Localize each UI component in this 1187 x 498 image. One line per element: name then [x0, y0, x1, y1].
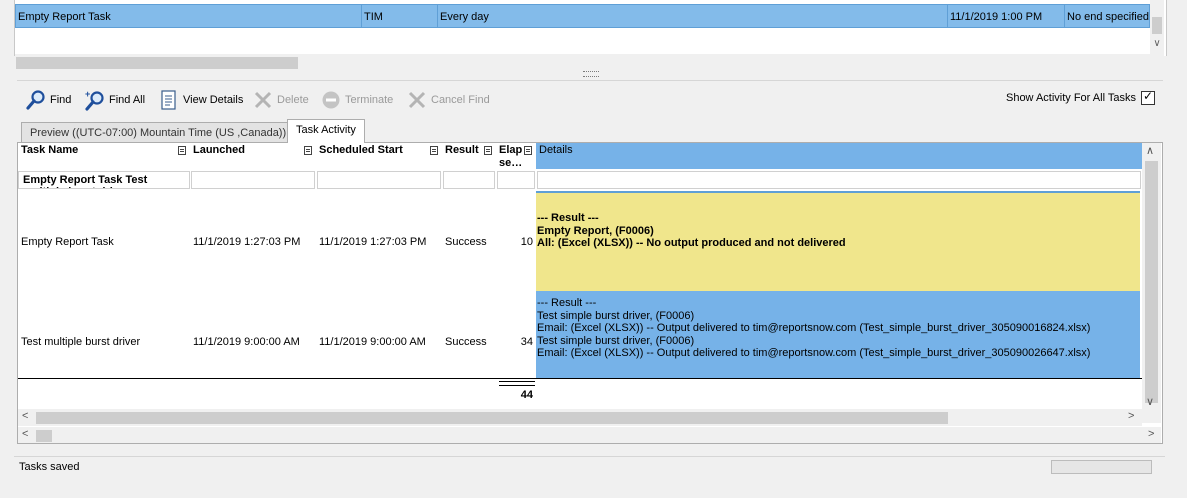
details-cell: --- Result --- Empty Report, (F0006) All…: [536, 191, 1140, 291]
tab-task-activity[interactable]: Task Activity: [287, 119, 365, 143]
elapsed-total: 44: [520, 389, 533, 401]
task-list-row-selected[interactable]: Empty Report Task TIM Every day 11/1/201…: [15, 4, 1150, 28]
scroll-thumb[interactable]: [16, 57, 298, 69]
task-owner-cell: TIM: [362, 5, 438, 27]
elapsed-cell: 10: [520, 236, 533, 248]
grid-footer-divider: [18, 378, 1142, 379]
column-filter-icon[interactable]: [178, 146, 186, 155]
column-filter-icon[interactable]: [484, 146, 492, 155]
scheduled-cell: 11/1/2019 1:27:03 PM: [319, 236, 427, 248]
scroll-down-arrow-icon[interactable]: ∨: [1150, 38, 1164, 49]
scroll-thumb[interactable]: [36, 430, 52, 442]
details-filter-field[interactable]: [537, 171, 1141, 189]
stop-minus-icon: [320, 89, 342, 111]
column-filter-icon[interactable]: [430, 146, 438, 155]
scroll-right-arrow-icon[interactable]: >: [1128, 410, 1134, 422]
cancel-find-label: Cancel Find: [431, 94, 490, 106]
elapsed-filter-field[interactable]: [497, 171, 535, 189]
table-row[interactable]: Test multiple burst driver 11/1/2019 9:0…: [18, 291, 1142, 378]
svg-text:+: +: [85, 89, 90, 99]
scroll-down-arrow-icon[interactable]: ∨: [1146, 395, 1154, 408]
activity-toolbar: Find + Find All View Details Delete Term…: [17, 80, 1163, 119]
task-list-horizontal-scrollbar[interactable]: [15, 54, 1150, 71]
task-start-cell: 11/1/2019 1:00 PM: [948, 5, 1065, 27]
scroll-left-arrow-icon[interactable]: <: [22, 428, 28, 440]
view-details-label: View Details: [183, 94, 244, 106]
column-filter-icon[interactable]: [524, 146, 532, 155]
column-filter-icon[interactable]: [304, 146, 312, 155]
find-button[interactable]: Find: [25, 89, 71, 111]
show-activity-all-tasks-toggle[interactable]: Show Activity For All Tasks: [1005, 89, 1155, 105]
launched-cell: 11/1/2019 1:27:03 PM: [193, 236, 301, 248]
status-text: Tasks saved: [19, 461, 80, 473]
column-header-result[interactable]: Result: [442, 143, 496, 169]
task-schedule-cell: Every day: [438, 5, 948, 27]
result-cell: Success: [445, 236, 487, 248]
total-underline: [499, 381, 535, 386]
scheduled-start-filter-field[interactable]: [317, 171, 441, 189]
task-list-pane: Empty Report Task TIM Every day 11/1/201…: [0, 0, 1187, 77]
task-cell: Test multiple burst driver: [21, 336, 141, 348]
elapsed-cell: 34: [520, 336, 533, 348]
x-delete-icon: [252, 89, 274, 111]
pane-splitter-grip[interactable]: [583, 71, 599, 77]
terminate-button[interactable]: Terminate: [320, 89, 393, 111]
task-activity-grid: Task Name Launched Scheduled Start Resul…: [17, 142, 1163, 444]
document-icon: [158, 89, 180, 111]
scroll-up-arrow-icon[interactable]: ∧: [1146, 144, 1154, 157]
delete-button[interactable]: Delete: [252, 89, 309, 111]
magnifier-plus-icon: +: [84, 89, 106, 111]
launched-cell: 11/1/2019 9:00:00 AM: [193, 336, 300, 348]
show-activity-label: Show Activity For All Tasks: [1005, 92, 1136, 104]
status-bar: Tasks saved: [14, 456, 1165, 479]
scroll-right-arrow-icon[interactable]: >: [1148, 428, 1154, 440]
scroll-left-arrow-icon[interactable]: <: [22, 410, 28, 422]
grid-vertical-scrollbar[interactable]: ∧ ∨: [1142, 143, 1161, 423]
task-name-cell: Empty Report Task: [16, 5, 362, 27]
find-label: Find: [50, 94, 72, 106]
task-cell: Empty Report Task: [21, 236, 114, 248]
scheduled-cell: 11/1/2019 9:00:00 AM: [319, 336, 426, 348]
delete-label: Delete: [277, 94, 309, 106]
grid-horizontal-scrollbar[interactable]: < >: [18, 409, 1142, 426]
details-cell: --- Result --- Test simple burst driver,…: [536, 291, 1140, 378]
find-all-button[interactable]: + Find All: [84, 89, 145, 111]
task-end-cell: No end specified: [1067, 11, 1149, 23]
view-details-button[interactable]: View Details: [158, 89, 243, 111]
cancel-find-button[interactable]: Cancel Find: [406, 89, 490, 111]
task-list-vertical-scrollbar[interactable]: ∨: [1150, 0, 1164, 56]
column-header-launched[interactable]: Launched: [190, 143, 316, 169]
terminate-label: Terminate: [345, 94, 394, 106]
launched-filter-field[interactable]: [191, 171, 315, 189]
magnifier-icon: [25, 89, 47, 111]
progress-bar: [1051, 460, 1152, 474]
result-filter-field[interactable]: [443, 171, 495, 189]
x-cancel-icon: [406, 89, 428, 111]
column-header-details[interactable]: Details: [536, 143, 1142, 169]
task-name-filter-field[interactable]: Empty Report Task Test multiple burst dr…: [18, 171, 190, 189]
table-row[interactable]: Empty Report Task 11/1/2019 1:27:03 PM 1…: [18, 191, 1142, 291]
find-all-label: Find All: [109, 94, 146, 106]
scroll-thumb[interactable]: [1145, 161, 1158, 403]
column-header-scheduled-start[interactable]: Scheduled Start: [316, 143, 442, 169]
show-activity-checkbox[interactable]: [1141, 89, 1155, 105]
column-header-task-name[interactable]: Task Name: [18, 143, 190, 169]
scroll-thumb[interactable]: [36, 412, 948, 424]
grid-secondary-horizontal-scrollbar[interactable]: < >: [18, 427, 1161, 443]
tab-preview[interactable]: Preview ((UTC-07:00) Mountain Time (US ,…: [21, 122, 296, 142]
scroll-thumb[interactable]: [1152, 17, 1162, 34]
result-cell: Success: [445, 336, 487, 348]
column-header-elapsed[interactable]: Elap se…: [496, 143, 536, 169]
